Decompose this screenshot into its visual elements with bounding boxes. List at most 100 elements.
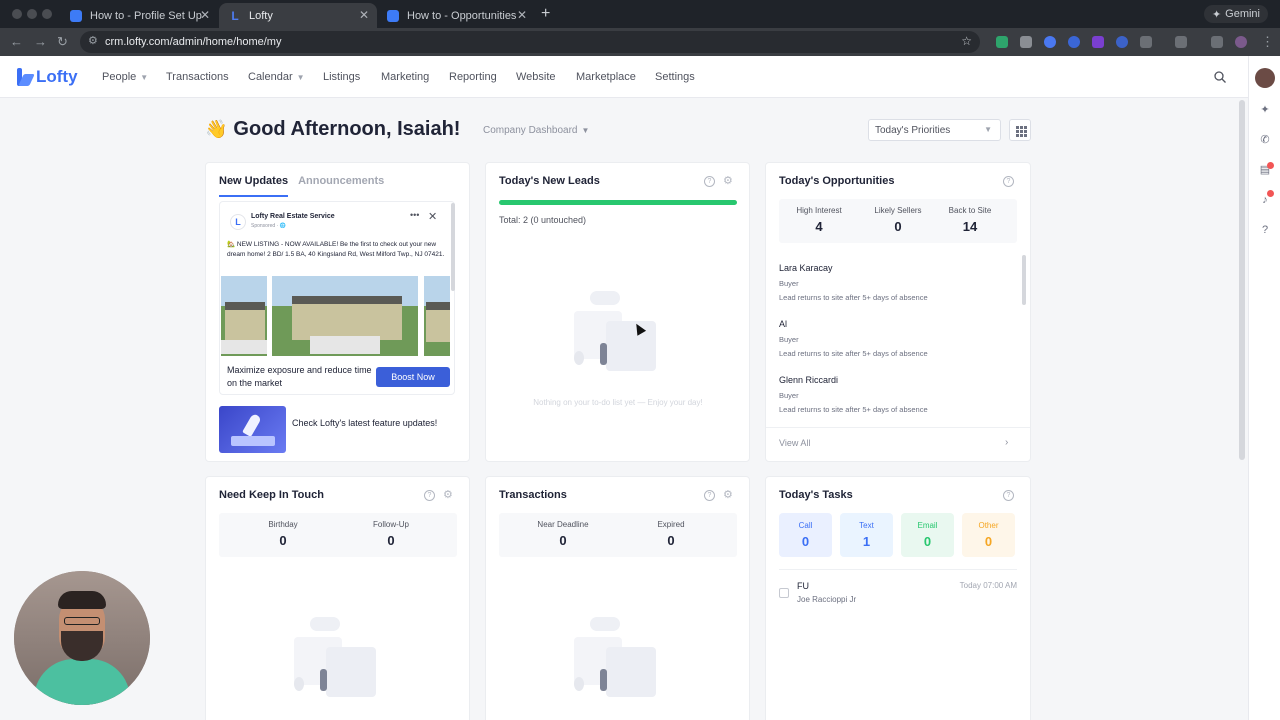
browser-tab[interactable]: How to - Opportunities ✕	[377, 3, 535, 28]
card-title: Today's Opportunities	[779, 175, 895, 187]
tab-new-updates[interactable]: New Updates	[219, 175, 289, 197]
extensions-puzzle-icon[interactable]	[1140, 36, 1152, 48]
help-icon[interactable]: ?	[1003, 176, 1014, 187]
opportunity-item[interactable]: Glenn Riccardi Buyer Lead returns to sit…	[779, 375, 1009, 414]
stat-value: 0	[667, 533, 675, 548]
chevron-down-icon: ▼	[581, 126, 590, 135]
feature-updates-thumbnail[interactable]	[219, 406, 286, 453]
tab-announcements[interactable]: Announcements	[298, 175, 384, 187]
stat-value: 4	[815, 219, 823, 234]
extension-icon[interactable]	[996, 36, 1008, 48]
lofty-logo-icon	[16, 68, 32, 86]
boost-now-button[interactable]: Boost Now	[376, 367, 450, 387]
gear-icon[interactable]: ⚙	[723, 488, 733, 501]
page-scrollbar[interactable]	[1239, 100, 1245, 460]
window-close-control[interactable]	[12, 9, 22, 19]
search-icon[interactable]	[1214, 71, 1226, 83]
browser-tab[interactable]: How to - Profile Set Up ✕	[60, 3, 218, 28]
site-info-icon[interactable]: ⚙	[88, 34, 98, 47]
nav-label: Listings	[323, 71, 361, 83]
browser-tab-active[interactable]: L Lofty ✕	[219, 3, 377, 28]
stat-follow-up[interactable]: Follow-Up 0	[351, 520, 431, 548]
reload-icon[interactable]: ↻	[57, 34, 68, 50]
tab-close-icon[interactable]: ✕	[359, 8, 369, 22]
nav-website[interactable]: Website	[516, 71, 556, 83]
new-tab-button[interactable]: +	[541, 5, 550, 23]
more-options-icon[interactable]: •••	[410, 210, 419, 220]
updates-card: New Updates Announcements L Lofty Real Es…	[205, 162, 470, 462]
task-type-email[interactable]: Email 0	[901, 513, 954, 557]
task-type-count: 1	[862, 534, 871, 549]
help-icon[interactable]: ?	[704, 176, 715, 187]
nav-listings[interactable]: Listings	[323, 71, 360, 83]
gear-icon[interactable]: ⚙	[723, 174, 733, 187]
help-icon[interactable]: ?	[704, 490, 715, 501]
back-icon[interactable]: ←	[10, 34, 23, 49]
nav-calendar[interactable]: Calendar ▼	[248, 71, 305, 83]
profile-avatar-icon[interactable]	[1235, 36, 1247, 48]
forward-icon[interactable]: →	[34, 34, 47, 49]
nav-marketing[interactable]: Marketing	[381, 71, 429, 83]
stat-near-deadline[interactable]: Near Deadline 0	[523, 520, 603, 548]
help-icon[interactable]: ?	[1003, 490, 1014, 501]
help-icon[interactable]: ?	[1259, 224, 1271, 236]
gear-icon[interactable]: ⚙	[443, 488, 453, 501]
feature-updates-link[interactable]: Check Lofty's latest feature updates!	[292, 417, 442, 430]
rocket-icon	[242, 412, 262, 438]
extension-icon[interactable]	[1068, 36, 1080, 48]
window-zoom-control[interactable]	[42, 9, 52, 19]
extension-icon[interactable]	[1020, 36, 1032, 48]
address-bar[interactable]: ⚙ crm.lofty.com/admin/home/home/my ☆	[80, 31, 980, 53]
lead-reason: Lead returns to site after 5+ days of ab…	[779, 293, 928, 302]
lofty-logo[interactable]: Lofty	[16, 67, 78, 87]
gemini-button[interactable]: ✦ Gemini	[1203, 5, 1268, 23]
stat-back-to-site[interactable]: Back to Site 14	[930, 206, 1010, 234]
cast-icon[interactable]	[1175, 36, 1187, 48]
opportunity-item[interactable]: Lara Karacay Buyer Lead returns to site …	[779, 263, 1009, 302]
stat-label: Near Deadline	[537, 520, 589, 529]
updates-scrollbar[interactable]	[451, 203, 455, 291]
opportunity-item[interactable]: Al Buyer Lead returns to site after 5+ d…	[779, 319, 1009, 358]
user-avatar[interactable]	[1255, 68, 1275, 88]
close-icon[interactable]: ✕	[428, 210, 437, 223]
bookmark-star-icon[interactable]: ☆	[961, 34, 972, 48]
logo-text: Lofty	[36, 67, 78, 86]
nav-settings[interactable]: Settings	[655, 71, 695, 83]
dashboard-select[interactable]: Company Dashboard ▼	[483, 125, 589, 136]
stat-expired[interactable]: Expired 0	[631, 520, 711, 548]
task-type-count: 0	[984, 534, 993, 549]
task-type-call[interactable]: Call 0	[779, 513, 832, 557]
browser-menu-icon[interactable]: ⋮	[1261, 34, 1274, 50]
stat-likely-sellers[interactable]: Likely Sellers 0	[858, 206, 938, 234]
extension-icon[interactable]	[1116, 36, 1128, 48]
task-type-text[interactable]: Text 1	[840, 513, 893, 557]
extension-icon[interactable]	[1092, 36, 1104, 48]
phone-icon[interactable]: ✆	[1259, 134, 1271, 146]
stat-birthday[interactable]: Birthday 0	[243, 520, 323, 548]
task-contact[interactable]: Joe Raccioppi Jr	[797, 595, 856, 604]
help-icon[interactable]: ?	[424, 490, 435, 501]
nav-reporting[interactable]: Reporting	[449, 71, 497, 83]
tab-close-icon[interactable]: ✕	[517, 8, 527, 22]
stat-high-interest[interactable]: High Interest 4	[779, 206, 859, 234]
task-checkbox[interactable]	[779, 588, 789, 598]
layout-grid-button[interactable]	[1009, 119, 1031, 141]
task-type-other[interactable]: Other 0	[962, 513, 1015, 557]
chevron-down-icon: ▼	[296, 72, 305, 82]
empty-state-illustration	[564, 281, 664, 381]
browser-tab-bar: How to - Profile Set Up ✕ L Lofty ✕ How …	[0, 0, 1280, 28]
priorities-select[interactable]: Today's Priorities ▼	[868, 119, 1001, 141]
tab-close-icon[interactable]: ✕	[200, 8, 210, 22]
window-minimize-control[interactable]	[27, 9, 37, 19]
nav-marketplace[interactable]: Marketplace	[576, 71, 636, 83]
download-icon[interactable]	[1211, 36, 1223, 48]
chevron-right-icon[interactable]: ›	[1005, 437, 1008, 448]
nav-transactions[interactable]: Transactions	[166, 71, 229, 83]
nav-label: Marketplace	[576, 71, 636, 83]
opportunities-scrollbar[interactable]	[1022, 255, 1026, 305]
right-toolbar: ✦ ✆ ▤ ♪ ?	[1248, 56, 1280, 720]
nav-people[interactable]: People ▼	[102, 71, 148, 83]
ai-sparkle-icon[interactable]: ✦	[1259, 104, 1271, 116]
extension-icon[interactable]	[1044, 36, 1056, 48]
view-all-link[interactable]: View All	[779, 438, 810, 448]
